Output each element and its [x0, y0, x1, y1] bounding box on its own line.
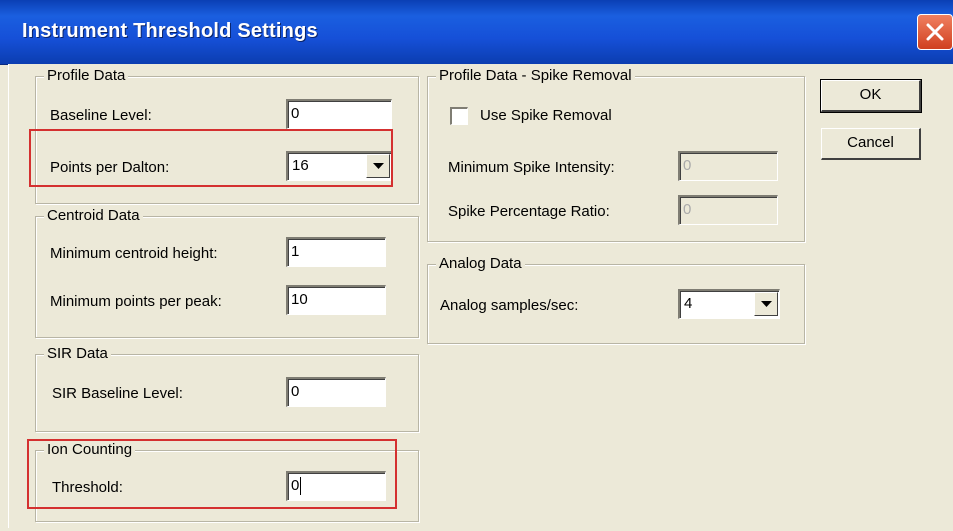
analog-samples-select[interactable]: 4: [678, 289, 780, 319]
sir-baseline-level-input[interactable]: 0: [286, 377, 386, 407]
close-icon: [926, 23, 944, 41]
dialog-body: Profile Data Baseline Level: 0 Points pe…: [8, 64, 953, 528]
sir-baseline-level-label: SIR Baseline Level:: [52, 385, 183, 402]
close-button[interactable]: [917, 14, 953, 50]
group-legend: Centroid Data: [44, 207, 143, 225]
baseline-level-label: Baseline Level:: [50, 107, 152, 124]
group-legend: Profile Data: [44, 67, 129, 85]
group-legend: Profile Data - Spike Removal: [436, 67, 635, 85]
analog-samples-label: Analog samples/sec:: [440, 297, 579, 314]
group-legend: Analog Data: [436, 255, 525, 273]
window-title: Instrument Threshold Settings: [22, 20, 318, 42]
title-bar[interactable]: Instrument Threshold Settings: [0, 0, 953, 65]
min-spike-intensity-input: 0: [678, 151, 778, 181]
min-centroid-height-input[interactable]: 1: [286, 237, 386, 267]
spike-percentage-ratio-input: 0: [678, 195, 778, 225]
highlight-box: [27, 439, 397, 509]
min-points-per-peak-label: Minimum points per peak:: [50, 293, 222, 310]
group-legend: SIR Data: [44, 345, 111, 363]
analog-samples-value: 4: [684, 295, 693, 312]
chevron-down-icon: [761, 301, 772, 307]
cancel-button[interactable]: Cancel: [821, 128, 921, 160]
spike-percentage-ratio-label: Spike Percentage Ratio:: [448, 203, 610, 220]
sir-data-group: SIR Data SIR Baseline Level: 0: [35, 345, 419, 432]
min-points-per-peak-input[interactable]: 10: [286, 285, 386, 315]
min-centroid-height-label: Minimum centroid height:: [50, 245, 218, 262]
baseline-level-input[interactable]: 0: [286, 99, 392, 129]
dropdown-button[interactable]: [754, 292, 778, 316]
spike-removal-group: Profile Data - Spike Removal Use Spike R…: [427, 67, 805, 242]
centroid-data-group: Centroid Data Minimum centroid height: 1…: [35, 207, 419, 338]
min-spike-intensity-label: Minimum Spike Intensity:: [448, 159, 615, 176]
highlight-box: [29, 129, 393, 187]
use-spike-removal-checkbox[interactable]: [450, 107, 468, 125]
use-spike-removal-label[interactable]: Use Spike Removal: [480, 107, 612, 125]
ok-button[interactable]: OK: [820, 79, 922, 113]
analog-data-group: Analog Data Analog samples/sec: 4: [427, 255, 805, 344]
